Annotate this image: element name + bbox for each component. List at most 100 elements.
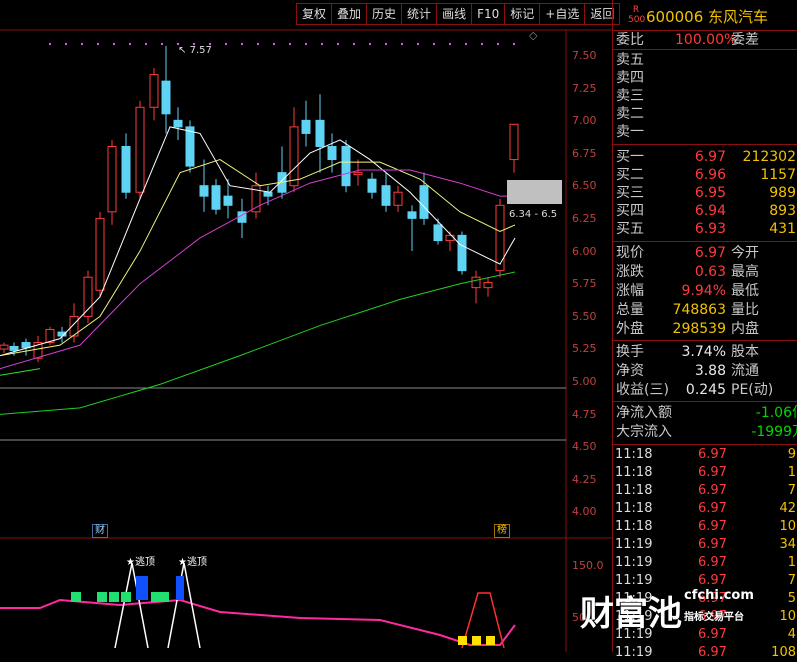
- indicator-marker: [159, 592, 169, 602]
- tick-row[interactable]: 11:18 6.97 42: [613, 500, 797, 518]
- indicator-marker: [472, 636, 481, 645]
- indicator-marker: [121, 592, 131, 602]
- ma120-line: [0, 368, 41, 376]
- price-axis-tick: 5.25: [572, 342, 597, 356]
- bid-row[interactable]: 买二 6.96 1157: [613, 166, 797, 184]
- chart-toolbar: 复权 叠加 历史 统计 画线 F10 标记 +自选 返回: [296, 3, 621, 25]
- toolbar-button-7[interactable]: +自选: [539, 3, 585, 25]
- tick-row[interactable]: 11:18 6.97 7: [613, 482, 797, 500]
- price-axis-tick: 6.50: [572, 179, 597, 193]
- toolbar-button-0[interactable]: 复权: [296, 3, 332, 25]
- stat-row: 总量 748863 量比: [616, 302, 759, 318]
- high-price-value: 7.57: [189, 45, 212, 56]
- candle-body: [121, 145, 131, 193]
- signal-dot: [48, 42, 52, 46]
- price-axis-tick: 5.00: [572, 375, 597, 388]
- toolbar-button-5[interactable]: F10: [471, 3, 505, 25]
- badge-cai[interactable]: 财: [92, 524, 108, 538]
- stat-row: 涨幅 9.94% 最低: [616, 283, 759, 299]
- tick-row[interactable]: 11:18 6.97 1: [613, 464, 797, 482]
- flow-row: 大宗流入-1999万: [616, 424, 797, 440]
- price-range-label: 6.34 - 6.5: [509, 209, 558, 220]
- signal-dot: [432, 42, 436, 46]
- candle-body: [149, 74, 159, 108]
- stat2-row: 净资 3.88 流通: [616, 363, 759, 379]
- signal-dot: [480, 42, 484, 46]
- signal-dot: [256, 42, 260, 46]
- toolbar-button-6[interactable]: 标记: [504, 3, 540, 25]
- kline-chart[interactable]: [0, 0, 612, 652]
- candle-body: [161, 80, 171, 115]
- signal-dot: [304, 42, 308, 46]
- ask-row[interactable]: 卖一: [613, 123, 797, 141]
- candle-body: [0, 344, 9, 350]
- price-axis-tick: 7.00: [572, 114, 597, 128]
- ask-row[interactable]: 卖二: [613, 105, 797, 123]
- price-axis-tick: 5.75: [572, 277, 597, 291]
- candle-body: [185, 126, 195, 167]
- indicator-bar: [136, 576, 148, 600]
- candle-body: [107, 145, 117, 213]
- ask-row[interactable]: 卖三: [613, 87, 797, 105]
- ask-row[interactable]: 卖四: [613, 69, 797, 87]
- toolbar-button-3[interactable]: 统计: [401, 3, 437, 25]
- candle-body: [509, 123, 519, 161]
- indicator-bar: [176, 576, 184, 600]
- candle-body: [419, 185, 429, 219]
- signal-dot: [512, 42, 516, 46]
- tick-row[interactable]: 11:18 6.97 9: [613, 446, 797, 464]
- price-axis-tick: 6.75: [572, 146, 597, 160]
- indicator-marker: [97, 592, 107, 602]
- toolbar-button-2[interactable]: 历史: [366, 3, 402, 25]
- bid-row[interactable]: 买三 6.95 989: [613, 184, 797, 202]
- watermark-subtitle: 指标交易平台: [684, 612, 744, 623]
- ask-row[interactable]: 卖五: [613, 51, 797, 69]
- signal-dot: [336, 42, 340, 46]
- candle-body: [223, 195, 233, 206]
- bid-row[interactable]: 买四 6.94 893: [613, 202, 797, 220]
- bid-row[interactable]: 买五 6.93 431: [613, 220, 797, 238]
- stat-row: 涨跌 0.63 最高: [616, 264, 759, 280]
- signal-dot: [384, 42, 388, 46]
- signal-dot: [224, 42, 228, 46]
- toolbar-button-1[interactable]: 叠加: [331, 3, 367, 25]
- candle-body: [9, 345, 19, 351]
- divider: [613, 340, 797, 341]
- candle-body: [483, 281, 493, 289]
- price-axis-tick: 6.25: [572, 212, 597, 225]
- ma60-line: [0, 271, 516, 415]
- signal-dot: [272, 42, 276, 46]
- rank-logo: R 500: [628, 5, 646, 25]
- candle-body: [495, 204, 505, 272]
- indicator-line: [0, 598, 516, 646]
- divider: [613, 49, 797, 50]
- price-axis-tick: 4.25: [572, 472, 597, 486]
- signal-escape-top-1: ★逃顶: [126, 557, 155, 568]
- watermark-logo: 财富池: [580, 594, 682, 634]
- diamond-icon[interactable]: ◇: [529, 29, 537, 42]
- divider: [613, 144, 797, 145]
- weibi-row: 委比 100.00% 委差: [616, 32, 759, 48]
- candle-body: [173, 119, 183, 128]
- candle-body: [135, 106, 145, 193]
- indicator-marker: [109, 592, 119, 602]
- candle-body: [83, 276, 93, 317]
- signal-dot: [288, 42, 292, 46]
- indicator-axis-tick: 150.0: [572, 559, 604, 572]
- indicator-marker: [486, 636, 495, 645]
- signal-dot: [448, 42, 452, 46]
- indicator-marker: [458, 636, 467, 645]
- tick-row[interactable]: 11:19 6.97 1: [613, 554, 797, 572]
- signal-dot: [112, 42, 116, 46]
- bid-row[interactable]: 买一 6.97 212302: [613, 148, 797, 166]
- price-axis-tick: 4.00: [572, 505, 597, 519]
- candle-body: [301, 119, 311, 134]
- tick-row[interactable]: 11:18 6.97 10: [613, 518, 797, 536]
- badge-bang[interactable]: 榜: [494, 524, 510, 538]
- divider: [613, 401, 797, 402]
- candle-body: [407, 211, 417, 219]
- stock-code-name: 600006 东风汽车: [646, 8, 769, 26]
- tick-row[interactable]: 11:19 6.97 34: [613, 536, 797, 554]
- toolbar-button-4[interactable]: 画线: [436, 3, 472, 25]
- signal-dot: [496, 42, 500, 46]
